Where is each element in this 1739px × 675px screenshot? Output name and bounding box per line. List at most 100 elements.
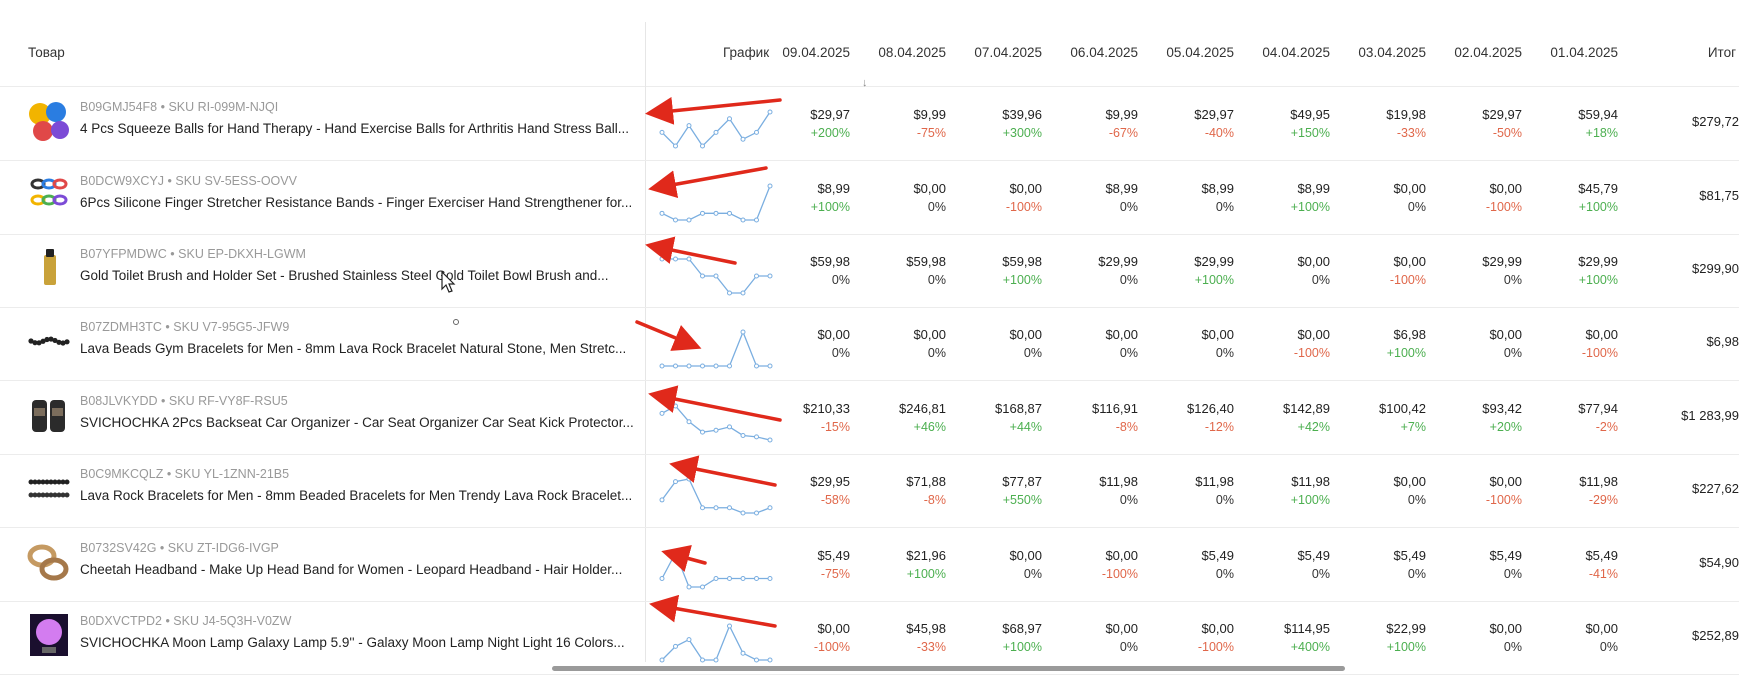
day-value-cell: $0,00 0%	[1220, 253, 1330, 289]
header-date[interactable]: 06.04.2025	[1028, 45, 1138, 60]
day-value-cell: $59,98 +100%	[932, 253, 1042, 289]
product-title[interactable]: Lava Rock Bracelets for Men - 8mm Beaded…	[80, 488, 632, 503]
header-date[interactable]: 04.04.2025	[1220, 45, 1330, 60]
day-change: +100%	[1002, 273, 1042, 287]
table-row[interactable]: B0732SV42G • SKU ZT-IDG6-IVGP Cheetah Hea…	[0, 527, 1739, 602]
day-change: +550%	[1002, 493, 1042, 507]
spark-point	[686, 584, 692, 590]
day-change: 0%	[831, 346, 850, 360]
day-value-cell: $116,91 -8%	[1028, 400, 1138, 436]
product-sku: B08JLVKYDD • SKU RF-VY8F-RSU5	[80, 394, 288, 408]
header-date[interactable]: 07.04.2025	[932, 45, 1042, 60]
day-value-cell: $0,00 0%	[1412, 326, 1522, 362]
sales-table: Товар График 09.04.2025 08.04.2025 07.04.2…	[0, 0, 1739, 675]
day-value-cell: $29,97 -50%	[1412, 106, 1522, 142]
day-value-cell: $39,96 +300%	[932, 106, 1042, 142]
header-date[interactable]: 02.04.2025	[1412, 45, 1522, 60]
black-bracelet-thumbnail[interactable]	[26, 318, 72, 364]
day-change: -8%	[923, 493, 946, 507]
header-total[interactable]: Итог	[1660, 45, 1736, 60]
moon-lamp-thumbnail[interactable]	[26, 612, 72, 658]
product-title[interactable]: Cheetah Headband - Make Up Head Band for…	[80, 562, 622, 577]
scrollbar-thumb[interactable]	[552, 666, 1345, 671]
day-change: +100%	[1578, 200, 1618, 214]
day-change: +100%	[810, 200, 850, 214]
row-total: $81,75	[1699, 188, 1739, 203]
day-value-cell: $0,00 0%	[1412, 620, 1522, 656]
spark-point	[673, 217, 678, 223]
row-total: $1 283,99	[1681, 408, 1739, 423]
table-row[interactable]: B07YFPMDWC • SKU EP-DKXH-LGWM Gold Toilet…	[0, 233, 1739, 308]
day-change: -100%	[1389, 273, 1426, 287]
day-change: -29%	[1588, 493, 1618, 507]
day-value-cell: $114,95 +400%	[1220, 620, 1330, 656]
day-change: +150%	[1290, 126, 1330, 140]
day-change: -40%	[1204, 126, 1234, 140]
day-change: 0%	[1407, 493, 1426, 507]
table-row[interactable]: B08JLVKYDD • SKU RF-VY8F-RSU5 SVICHOCHKA …	[0, 380, 1739, 455]
day-value-cell: $45,79 +100%	[1508, 180, 1618, 216]
day-change: +400%	[1290, 640, 1330, 654]
day-value-cell: $0,00 -100%	[740, 620, 850, 656]
day-value-cell: $29,97 +200%	[740, 106, 850, 142]
finger-bands-thumbnail[interactable]	[26, 172, 72, 218]
headband-thumbnail[interactable]	[26, 539, 72, 585]
colorful-balls-thumbnail[interactable]	[26, 98, 72, 144]
spark-point	[659, 210, 665, 216]
product-title[interactable]: Gold Toilet Brush and Holder Set - Brush…	[80, 268, 609, 283]
spark-point	[740, 290, 746, 296]
spark-point	[659, 256, 665, 262]
header-date[interactable]: 03.04.2025	[1316, 45, 1426, 60]
gold-brush-thumbnail[interactable]	[26, 245, 72, 291]
table-row[interactable]: B07ZDMH3TC • SKU V7-95G5-JFW9 Lava Beads …	[0, 306, 1739, 381]
day-value-cell: $5,49 0%	[1220, 547, 1330, 583]
table-row[interactable]: B0C9MKCQLZ • SKU YL-1ZNN-21B5 Lava Rock B…	[0, 453, 1739, 528]
spark-point	[673, 256, 678, 262]
day-change: +200%	[810, 126, 850, 140]
spark-point	[686, 363, 692, 369]
header-date[interactable]: 05.04.2025	[1124, 45, 1234, 60]
spark-point	[727, 210, 732, 216]
day-value-cell: $77,87 +550%	[932, 473, 1042, 509]
day-change: 0%	[927, 200, 946, 214]
header-date[interactable]: 08.04.2025	[836, 45, 946, 60]
product-title[interactable]: 6Pcs Silicone Finger Stretcher Resistanc…	[80, 195, 632, 210]
spark-point	[673, 403, 678, 409]
table-row[interactable]: B0DCW9XCYJ • SKU SV-5ESS-OOVV 6Pcs Silico…	[0, 160, 1739, 235]
row-total: $299,90	[1692, 261, 1739, 276]
day-value-cell: $0,00 0%	[836, 326, 946, 362]
day-value-cell: $59,98 0%	[836, 253, 946, 289]
day-change: 0%	[1311, 273, 1330, 287]
spark-point	[713, 273, 719, 279]
spark-point	[700, 657, 705, 663]
header-product[interactable]: Товар	[28, 45, 65, 60]
day-value-cell: $246,81 +46%	[836, 400, 946, 436]
row-total: $279,72	[1692, 114, 1739, 129]
day-change: +100%	[1578, 273, 1618, 287]
car-organizer-thumbnail[interactable]	[26, 392, 72, 438]
bracelets-pair-thumbnail[interactable]	[26, 465, 72, 511]
day-change: 0%	[1503, 346, 1522, 360]
day-value-cell: $100,42 +7%	[1316, 400, 1426, 436]
product-title[interactable]: SVICHOCHKA 2Pcs Backseat Car Organizer -…	[80, 415, 634, 430]
day-value-cell: $9,99 -75%	[836, 106, 946, 142]
day-price: $11,98	[1579, 474, 1618, 489]
day-value-cell: $29,99 0%	[1028, 253, 1138, 289]
day-change: 0%	[1503, 567, 1522, 581]
row-total: $252,89	[1692, 628, 1739, 643]
table-row[interactable]: B09GMJ54F8 • SKU RI-099M-NJQI 4 Pcs Squee…	[0, 86, 1739, 161]
product-title[interactable]: 4 Pcs Squeeze Balls for Hand Therapy - H…	[80, 121, 629, 136]
product-title[interactable]: SVICHOCHKA Moon Lamp Galaxy Lamp 5.9'' -…	[80, 635, 625, 650]
header-date[interactable]: 01.04.2025	[1508, 45, 1618, 60]
day-change: -100%	[1485, 493, 1522, 507]
product-title[interactable]: Lava Beads Gym Bracelets for Men - 8mm L…	[80, 341, 626, 356]
day-value-cell: $29,97 -40%	[1124, 106, 1234, 142]
day-value-cell: $19,98 -33%	[1316, 106, 1426, 142]
mouse-cursor-icon	[441, 271, 456, 293]
product-sku: B0DCW9XCYJ • SKU SV-5ESS-OOVV	[80, 174, 297, 188]
day-change: +100%	[1290, 200, 1330, 214]
day-value-cell: $0,00 0%	[1124, 326, 1234, 362]
day-value-cell: $0,00 0%	[932, 326, 1042, 362]
day-value-cell: $77,94 -2%	[1508, 400, 1618, 436]
header-date[interactable]: 09.04.2025	[740, 45, 850, 60]
